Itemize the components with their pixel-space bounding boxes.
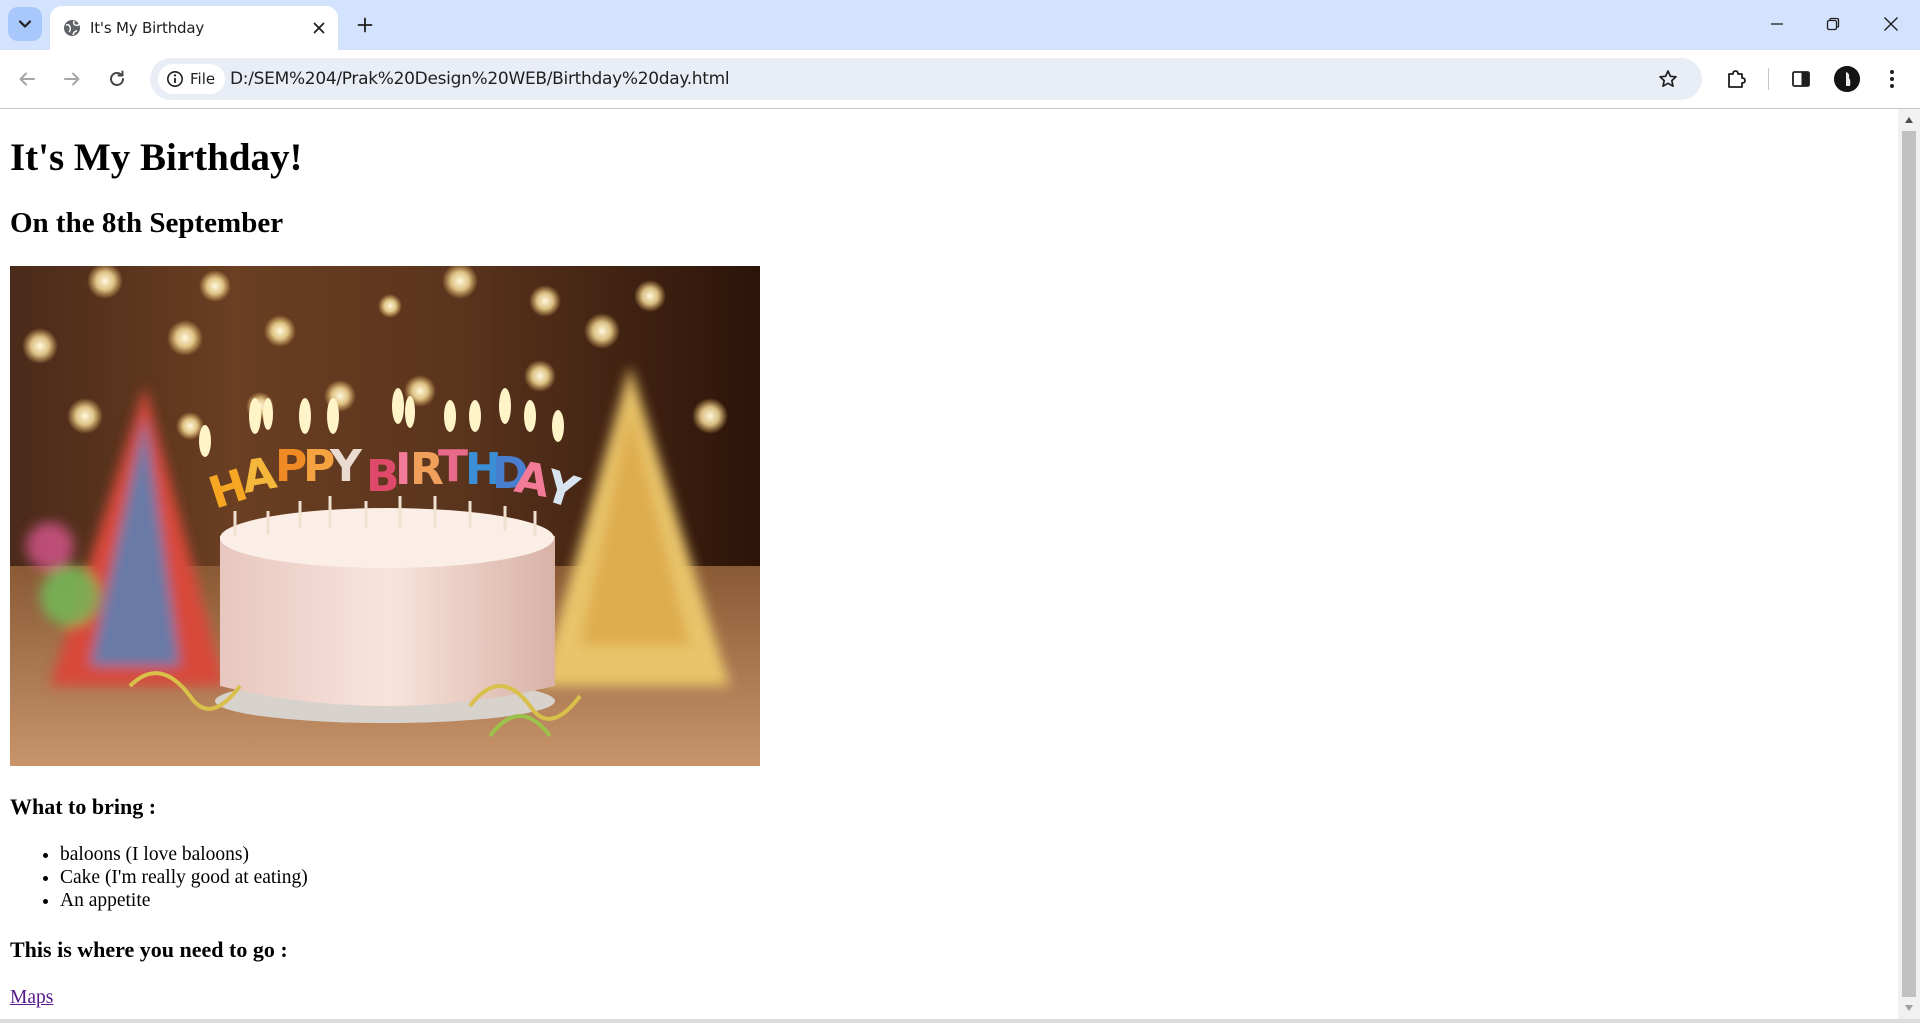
back-button[interactable] (13, 65, 41, 93)
tab-search-button[interactable] (8, 7, 42, 41)
restore-icon (1826, 17, 1840, 31)
bookmark-button[interactable] (1656, 67, 1680, 91)
vertical-scrollbar[interactable] (1898, 109, 1920, 1019)
menu-button[interactable] (1878, 65, 1906, 93)
address-bar[interactable]: File D:/SEM%204/Prak%20Design%20WEB/Birt… (150, 58, 1702, 100)
tab-close-button[interactable] (308, 17, 330, 39)
scroll-up-button[interactable] (1898, 109, 1920, 131)
arrow-right-icon (64, 72, 80, 86)
tab-title: It's My Birthday (90, 19, 205, 37)
close-window-button[interactable] (1876, 10, 1906, 38)
bring-list: baloons (I love baloons) Cake (I'm reall… (10, 843, 308, 912)
reload-button[interactable] (103, 65, 131, 93)
close-icon (313, 22, 325, 34)
page-title: It's My Birthday! (10, 136, 303, 179)
more-vertical-icon (1890, 70, 1894, 88)
list-item: An appetite (60, 889, 308, 912)
minimize-button[interactable] (1762, 10, 1792, 38)
extensions-button[interactable] (1722, 65, 1750, 93)
minimize-icon (1771, 23, 1783, 25)
arrow-left-icon (19, 72, 35, 86)
cake-photo-illustration: H A P P Y B I R T H D A Y (10, 266, 760, 766)
candle-letter: T (438, 441, 468, 492)
close-icon (1884, 17, 1898, 31)
star-icon (1659, 70, 1677, 88)
globe-icon (64, 20, 80, 36)
triangle-down-icon (1905, 1005, 1913, 1011)
avatar-icon (1834, 66, 1860, 92)
browser-toolbar: File D:/SEM%204/Prak%20Design%20WEB/Birt… (0, 50, 1920, 109)
url-text[interactable]: D:/SEM%204/Prak%20Design%20WEB/Birthday%… (230, 69, 730, 89)
profile-avatar[interactable] (1834, 66, 1860, 92)
candle-letter: I (395, 444, 411, 495)
chevron-down-icon (18, 20, 32, 28)
triangle-up-icon (1905, 117, 1913, 123)
scroll-thumb[interactable] (1902, 131, 1916, 997)
info-icon (167, 71, 183, 87)
side-panel-icon (1792, 71, 1810, 87)
maps-link[interactable]: Maps (10, 987, 53, 1009)
bring-heading: What to bring : (10, 794, 157, 819)
new-tab-button[interactable] (353, 13, 377, 37)
restore-button[interactable] (1818, 10, 1848, 38)
list-item: baloons (I love baloons) (60, 843, 308, 866)
forward-button[interactable] (58, 65, 86, 93)
tab-strip: It's My Birthday (0, 0, 1920, 50)
scroll-down-button[interactable] (1898, 997, 1920, 1019)
plus-icon (357, 17, 373, 33)
list-item: Cake (I'm really good at eating) (60, 866, 308, 889)
reload-icon (110, 70, 124, 86)
go-heading: This is where you need to go : (10, 937, 288, 962)
active-tab[interactable]: It's My Birthday (50, 6, 338, 50)
page-viewport: It's My Birthday! On the 8th September H… (0, 109, 1898, 1019)
candle-letter: Y (329, 441, 363, 492)
site-info-chip[interactable]: File (158, 64, 226, 94)
toolbar-divider (1768, 68, 1769, 90)
birthday-cake-photo: H A P P Y B I R T H D A Y (10, 266, 760, 766)
puzzle-piece-icon (1728, 70, 1746, 88)
site-info-label: File (190, 70, 216, 88)
window-bottom-border (0, 1019, 1920, 1023)
page-subtitle: On the 8th September (10, 207, 284, 239)
side-panel-button[interactable] (1787, 65, 1815, 93)
